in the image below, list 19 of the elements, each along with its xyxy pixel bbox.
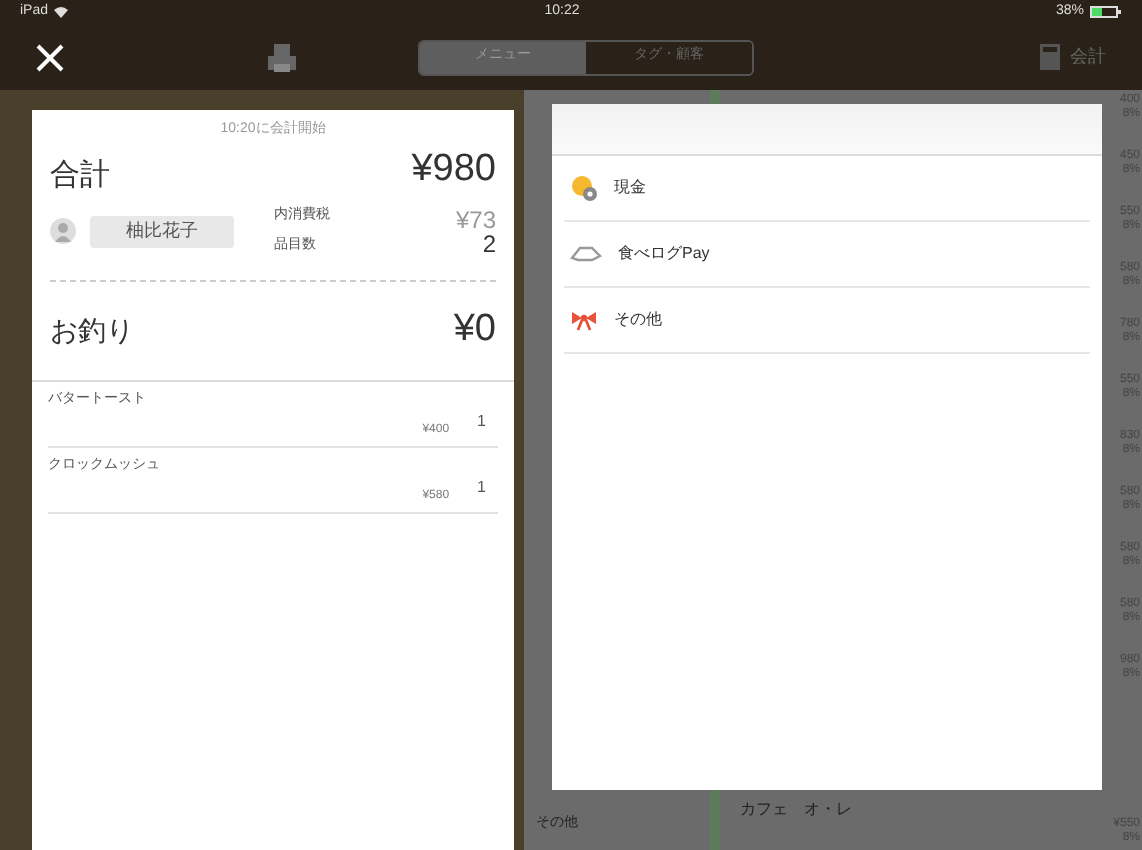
wifi-icon [54,6,69,18]
total-label: 合計 [50,155,110,195]
printer-icon[interactable] [266,41,298,73]
total-amount: ¥980 [411,145,496,193]
item-count: 2 [482,231,496,255]
item-quantity: 1 [477,476,486,500]
payment-option[interactable]: 食べログPay [564,222,1090,288]
battery-icon [1090,6,1122,18]
ribbon-icon [570,308,598,332]
close-button[interactable] [36,43,68,71]
payment-option[interactable]: 現金 [564,156,1090,222]
tax-amount: ¥73 [455,207,496,231]
item-quantity: 1 [477,410,486,434]
change-amount: ¥0 [453,306,496,354]
payment-option[interactable]: その他 [564,288,1090,354]
customer-name[interactable]: 柚比花子 [90,215,234,247]
change-label: お釣り [50,311,134,350]
avatar-icon [50,218,76,244]
coin-icon [570,174,598,202]
